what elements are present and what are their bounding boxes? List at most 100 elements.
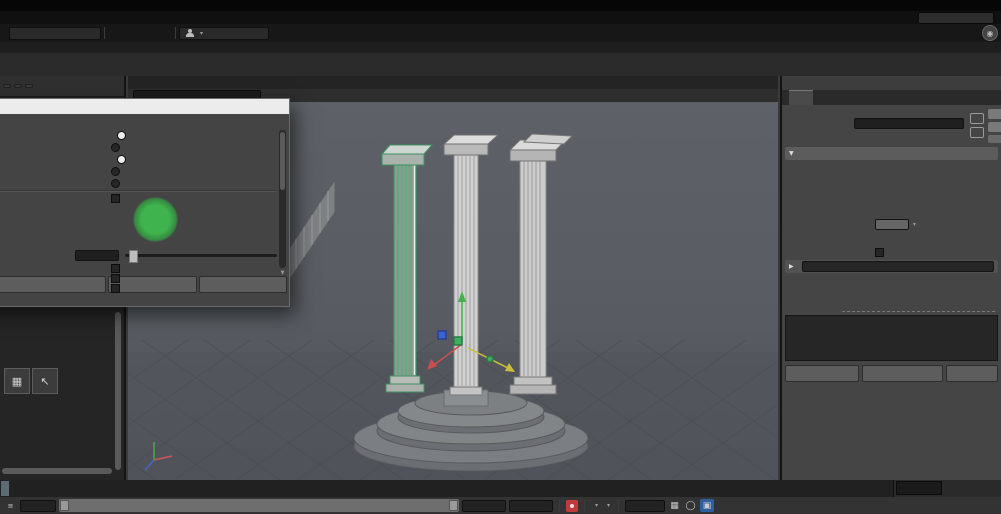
new-group-radio[interactable] xyxy=(111,179,120,188)
person-icon xyxy=(186,29,194,37)
scale-row xyxy=(785,190,998,202)
dialog-titlebar[interactable] xyxy=(0,99,289,114)
main-menu-bar xyxy=(0,11,1001,24)
animation-start-icon: ≡ xyxy=(7,501,14,510)
range-slider-bar: ≡ ▾ ▾ ▦ ◯ ▣ xyxy=(0,497,1001,514)
shear-row xyxy=(785,204,998,216)
select-button[interactable] xyxy=(785,365,859,382)
outliner-menu-bar xyxy=(0,76,124,97)
attribute-editor-buttons xyxy=(785,365,998,382)
chevron-down-icon: ▾ xyxy=(595,502,599,509)
copy-radio[interactable] xyxy=(117,131,126,140)
node-name-row xyxy=(782,105,1001,145)
hide-button[interactable] xyxy=(988,122,1001,132)
focus-button[interactable] xyxy=(988,135,1001,143)
range-slider[interactable] xyxy=(59,499,459,512)
playback-start-field[interactable] xyxy=(20,499,56,512)
number-of-copies-slider[interactable] xyxy=(125,250,277,263)
smart-transform-checkbox[interactable] xyxy=(111,194,120,203)
node-tab[interactable] xyxy=(789,90,813,105)
timeline-track[interactable] xyxy=(0,480,894,497)
duplicate-input-connections-checkbox[interactable] xyxy=(111,274,120,283)
rotate-order-row: ▾ xyxy=(785,218,998,230)
animation-end-field[interactable] xyxy=(509,499,553,512)
panel-layout-icon[interactable]: ▦ xyxy=(4,368,30,394)
shelf xyxy=(0,53,1001,76)
outliner-menu-display[interactable] xyxy=(3,84,11,88)
notes-divider xyxy=(842,311,995,312)
snap-point-icon xyxy=(486,355,494,363)
status-line: ▾ ◉ xyxy=(0,24,1001,42)
dialog-scrollbar[interactable] xyxy=(279,130,286,268)
live-surface-field[interactable] xyxy=(9,26,101,40)
close-dialog-button[interactable] xyxy=(198,276,287,293)
outliner-toolbox: ▦ ↖ xyxy=(4,368,58,394)
current-frame-field[interactable] xyxy=(896,481,942,495)
instance-radio[interactable] xyxy=(111,143,120,152)
scroll-down-icon[interactable]: ▼ xyxy=(279,270,286,276)
outliner-horizontal-scrollbar[interactable] xyxy=(2,468,112,474)
fps-dropdown[interactable] xyxy=(625,499,666,512)
account-icon[interactable]: ◉ xyxy=(982,25,998,41)
auto-key-icon[interactable] xyxy=(566,499,578,512)
offset-matrix-field[interactable] xyxy=(801,261,994,272)
view-axis-icon xyxy=(144,442,173,471)
maximize-button[interactable] xyxy=(241,99,265,114)
node-name-field[interactable] xyxy=(854,118,964,129)
maya-application-window: ▾ ◉ ▦ ↖ ▼ ▾ ▶ ▼ ≡ ▾ ▾ ▦ ◯ ▣ xyxy=(0,0,1001,514)
rotate-axis-row xyxy=(785,232,998,244)
chevron-down-icon: ▾ xyxy=(200,29,204,37)
menu-set-dropdown[interactable]: ▾ xyxy=(179,26,269,40)
shelf-tab-bar xyxy=(0,42,1001,53)
dialog-body: ▼ xyxy=(0,114,289,293)
attribute-editor-menu-bar xyxy=(782,76,1001,90)
offset-parent-matrix-section[interactable]: ▶ xyxy=(785,260,998,273)
inherits-transform-checkbox[interactable] xyxy=(875,247,884,257)
current-time-marker[interactable] xyxy=(1,481,9,496)
chevron-right-icon: ▶ xyxy=(789,263,794,270)
parent-radio[interactable] xyxy=(117,155,126,164)
attribute-editor: ▼ ▾ ▶ xyxy=(780,76,1001,480)
inherits-transform-row xyxy=(785,246,998,258)
outliner-menu-show[interactable] xyxy=(14,84,22,88)
y-handle-icon xyxy=(453,336,463,346)
cursor-highlight xyxy=(133,197,178,242)
close-button[interactable] xyxy=(265,99,289,114)
chevron-down-icon: ▼ xyxy=(789,150,794,157)
chevron-down-icon: ▾ xyxy=(913,220,917,228)
duplicate-input-graph-checkbox[interactable] xyxy=(111,264,120,273)
z-handle-icon xyxy=(437,330,447,340)
outliner-menu-help[interactable] xyxy=(25,84,33,88)
world-radio[interactable] xyxy=(111,167,120,176)
outliner-vertical-scrollbar[interactable] xyxy=(115,312,121,470)
workspace-dropdown[interactable] xyxy=(918,11,994,24)
copy-tab-button[interactable] xyxy=(945,365,998,382)
minimize-button[interactable] xyxy=(217,99,241,114)
chevron-down-icon: ▾ xyxy=(607,502,611,509)
translate-row xyxy=(785,162,998,174)
show-button[interactable] xyxy=(988,109,1001,119)
playback-end-field[interactable] xyxy=(462,499,506,512)
rotate-order-dropdown[interactable] xyxy=(875,218,909,230)
character-set-dropdown[interactable]: ▾ xyxy=(591,502,600,509)
load-attributes-button[interactable] xyxy=(861,365,943,382)
notes-textarea[interactable] xyxy=(785,315,998,361)
presets-button[interactable] xyxy=(970,127,984,138)
window-titlebar xyxy=(0,0,1001,11)
assign-unique-name-checkbox[interactable] xyxy=(111,284,120,293)
rotate-row xyxy=(785,176,998,188)
pick-tool-icon[interactable]: ↖ xyxy=(32,368,58,394)
anim-layer-dropdown[interactable]: ▾ xyxy=(603,502,612,509)
number-of-copies-field[interactable] xyxy=(75,250,119,261)
pin-button[interactable] xyxy=(970,113,984,124)
script-editor-icon[interactable]: ▣ xyxy=(700,499,715,512)
range-end-handle[interactable] xyxy=(449,500,458,511)
mute-icon[interactable]: ◯ xyxy=(684,499,697,512)
transform-attributes-section[interactable]: ▼ xyxy=(785,147,998,160)
range-start-handle[interactable] xyxy=(60,500,69,511)
duplicate-special-button[interactable] xyxy=(0,276,107,293)
time-slider xyxy=(0,480,1001,497)
playback-speed-icon[interactable]: ▦ xyxy=(668,499,681,512)
attribute-editor-tab-bar xyxy=(782,90,1001,105)
dialog-buttons xyxy=(0,274,289,293)
